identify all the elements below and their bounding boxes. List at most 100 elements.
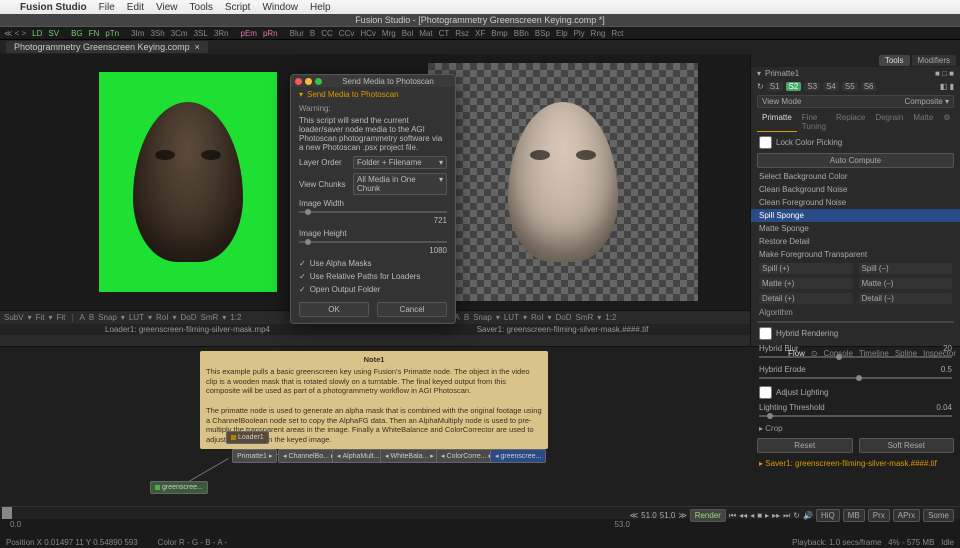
shelf-3sl[interactable]: 3SL — [194, 29, 208, 38]
use-relative-checkbox[interactable]: ✓Use Relative Paths for Loaders — [291, 270, 455, 283]
stop-icon[interactable]: ■ — [757, 511, 762, 520]
vt-smr-b[interactable]: SmR — [575, 313, 593, 322]
hybrid-rendering[interactable]: Hybrid Rendering — [751, 325, 960, 342]
algo-primatte[interactable]: Primatte — [758, 322, 823, 323]
menu-script[interactable]: Script — [225, 2, 251, 13]
ver-s6[interactable]: S6 — [861, 82, 877, 91]
node-whitebalance[interactable]: ◂WhiteBala...▸ — [380, 449, 439, 463]
hiq-button[interactable]: HiQ — [816, 509, 840, 522]
vt-b-b[interactable]: B — [464, 313, 469, 322]
shelf-rsz[interactable]: Rsz — [455, 29, 469, 38]
view-mode-dropdown[interactable]: View ModeComposite ▾ — [757, 95, 954, 108]
vt-scale[interactable]: 1:2 — [230, 313, 241, 322]
ver-s3[interactable]: S3 — [804, 82, 820, 91]
tl-current2[interactable]: 51.0 — [660, 511, 676, 520]
minimize-icon[interactable] — [305, 78, 312, 85]
vt-dod-b[interactable]: DoD — [555, 313, 571, 322]
node-channelbool[interactable]: ◂ChannelBo...▸ — [278, 449, 340, 463]
ver-s2[interactable]: S2 — [786, 82, 802, 91]
st-finetune[interactable]: Fine Tuning — [797, 112, 831, 132]
shelf-blur[interactable]: Blur — [290, 29, 304, 38]
ft-timeline[interactable]: Timeline — [859, 349, 889, 358]
send-media-dialog[interactable]: Send Media to Photoscan ▾Send Media to P… — [290, 74, 456, 324]
shelf-ct[interactable]: CT — [439, 29, 450, 38]
ft-console[interactable]: Console — [824, 349, 853, 358]
vt-dod[interactable]: DoD — [180, 313, 196, 322]
op-matte-sponge[interactable]: Matte Sponge — [751, 222, 960, 235]
disclosure-icon[interactable]: ▾ — [757, 69, 761, 78]
menu-view[interactable]: View — [156, 2, 178, 13]
tl-current[interactable]: 51.0 — [641, 511, 657, 520]
dialog-titlebar[interactable]: Send Media to Photoscan — [291, 75, 455, 87]
op-spill-sponge[interactable]: Spill Sponge — [751, 209, 960, 222]
vt-fit2[interactable]: Fit — [57, 313, 66, 322]
algo-rtplus[interactable]: Primatte RT+ — [823, 322, 888, 323]
st-primatte[interactable]: Primatte — [757, 112, 797, 132]
dialog-subheader[interactable]: ▾Send Media to Photoscan — [291, 87, 455, 102]
transport-controls[interactable]: ≪ 51.0 51.0 ≫ Render ⏮ ◂◂ ◂ ■ ▸ ▸▸ ⏭ ↻ 🔊… — [630, 509, 954, 522]
op-make-fg-trans[interactable]: Make Foreground Transparent — [751, 248, 960, 261]
flow-graph[interactable]: Flow ⊙ Console Timeline Spline Inspector… — [0, 347, 960, 506]
shelf-hcv[interactable]: HCv — [360, 29, 376, 38]
node-saver[interactable]: ◂greenscree... — [490, 449, 546, 463]
ft-flow[interactable]: Flow — [788, 349, 805, 358]
ok-button[interactable]: OK — [299, 302, 369, 317]
spill-plus[interactable]: Spill (+) — [759, 263, 853, 274]
node-greenscreen-loader[interactable]: greenscree... — [150, 481, 208, 494]
flow-panel-tabs[interactable]: Flow ⊙ Console Timeline Spline Inspector — [788, 349, 956, 358]
shelf-3rn[interactable]: 3Rn — [214, 29, 229, 38]
image-height-slider[interactable]: Image Height 1080 — [291, 227, 455, 257]
vt-roi[interactable]: RoI — [156, 313, 168, 322]
op-clean-bg[interactable]: Clean Background Noise — [751, 183, 960, 196]
ft-inspector[interactable]: Inspector — [923, 349, 956, 358]
some-button[interactable]: Some — [923, 509, 954, 522]
shelf-fn[interactable]: FN — [89, 29, 100, 38]
close-icon[interactable] — [295, 78, 302, 85]
doc-tab[interactable]: Photogrammetry Greenscreen Keying.comp × — [6, 41, 208, 53]
skip-end-icon[interactable]: ⏭ — [783, 511, 790, 521]
st-degrain[interactable]: Degrain — [870, 112, 908, 132]
op-clean-fg[interactable]: Clean Foreground Noise — [751, 196, 960, 209]
shelf-bg[interactable]: BG — [71, 29, 83, 38]
ver-s5[interactable]: S5 — [842, 82, 858, 91]
menu-tools[interactable]: Tools — [190, 2, 213, 13]
auto-compute-button[interactable]: Auto Compute — [757, 153, 954, 168]
tl-end[interactable]: 53.0 — [320, 520, 630, 529]
shelf-cc[interactable]: CC — [321, 29, 333, 38]
shelf-ply[interactable]: Ply — [574, 29, 585, 38]
shelf-bsp[interactable]: BSp — [535, 29, 550, 38]
vt-scale-b[interactable]: 1:2 — [605, 313, 616, 322]
op-restore-detail[interactable]: Restore Detail — [751, 235, 960, 248]
shelf-rct[interactable]: Rct — [611, 29, 623, 38]
shelf-bbn[interactable]: BBn — [514, 29, 529, 38]
shelf-prn[interactable]: pRn — [263, 29, 278, 38]
menu-window[interactable]: Window — [262, 2, 298, 13]
vt-lut-b[interactable]: LUT — [504, 313, 519, 322]
menu-edit[interactable]: Edit — [127, 2, 144, 13]
shelf-pem[interactable]: pEm — [241, 29, 257, 38]
cancel-button[interactable]: Cancel — [377, 302, 447, 317]
next-frame-icon[interactable]: ▸▸ — [772, 511, 780, 520]
shelf-b[interactable]: B — [310, 29, 315, 38]
shelf-3im[interactable]: 3Im — [131, 29, 144, 38]
image-width-slider[interactable]: Image Width 721 — [291, 197, 455, 227]
vt-a[interactable]: A — [79, 313, 84, 322]
gear-icon[interactable]: ⚙ — [938, 112, 955, 132]
inspector-subtabs[interactable]: Primatte Fine Tuning Replace Degrain Mat… — [751, 110, 960, 134]
node-primatte[interactable]: Primatte1▸ — [232, 449, 277, 463]
menu-help[interactable]: Help — [310, 2, 331, 13]
tab-modifiers[interactable]: Modifiers — [912, 55, 956, 66]
version-row[interactable]: ↻ S1 S2 S3 S4 S5 S6 ◧ ▮ — [751, 80, 960, 93]
vt-subv[interactable]: SubV — [4, 313, 24, 322]
play-back-icon[interactable]: ◂ — [750, 511, 754, 520]
node-loader[interactable]: Loader1 — [226, 431, 269, 444]
shelf-xf[interactable]: XF — [475, 29, 485, 38]
tool-shelf[interactable]: ≪ < > LD SV BG FN pTn 3Im 3Sh 3Cm 3SL 3R… — [0, 26, 960, 40]
open-output-checkbox[interactable]: ✓Open Output Folder — [291, 283, 455, 296]
shelf-sv[interactable]: SV — [48, 29, 59, 38]
detail-plus[interactable]: Detail (+) — [759, 293, 853, 304]
play-icon[interactable]: ▸ — [765, 511, 769, 520]
app-name[interactable]: Fusion Studio — [20, 2, 87, 13]
view-chunks-row[interactable]: View Chunks All Media in One Chunk▾ — [291, 171, 455, 197]
algo-rt[interactable]: Primatte RT — [888, 322, 953, 323]
